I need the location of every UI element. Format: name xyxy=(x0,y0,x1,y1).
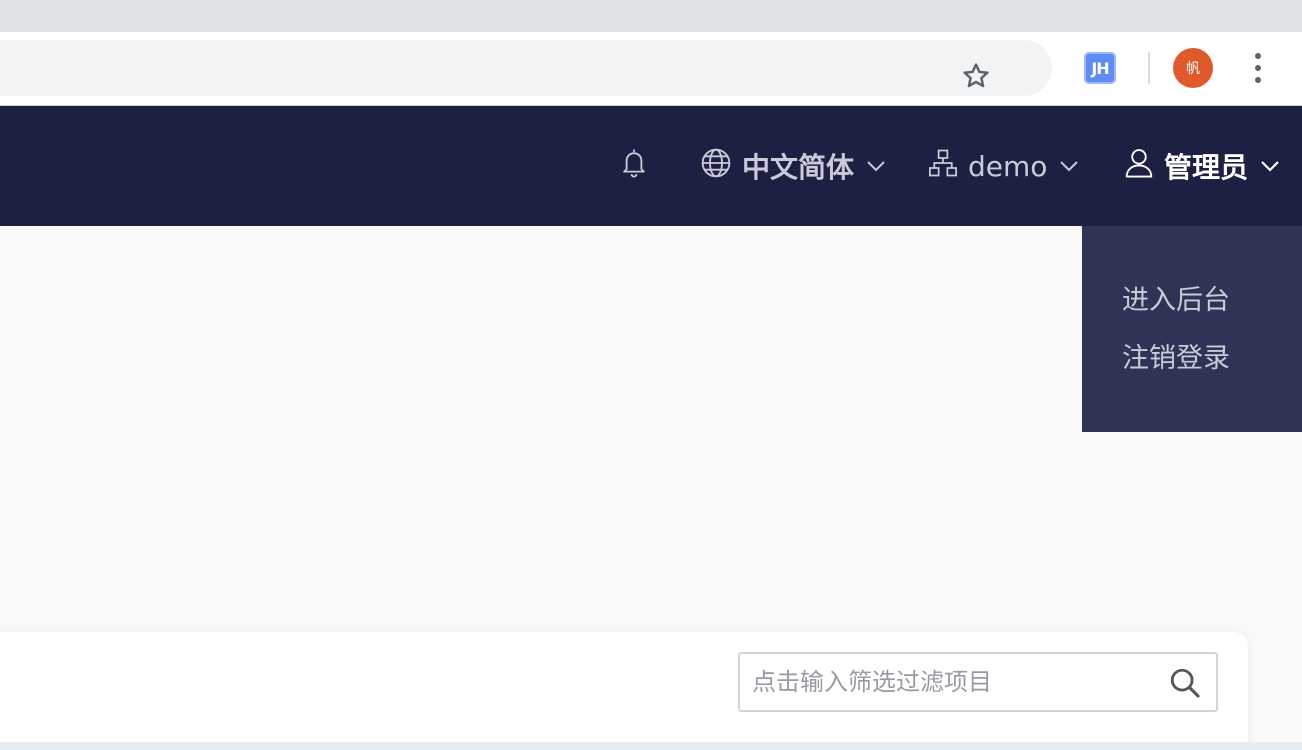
extension-label: JH xyxy=(1091,58,1109,78)
address-bar[interactable] xyxy=(0,40,1052,96)
profile-avatar[interactable]: 帆 xyxy=(1173,48,1213,88)
kebab-menu-icon[interactable] xyxy=(1245,50,1271,86)
user-menu-toggle[interactable]: 管理员 xyxy=(1124,145,1280,187)
sitemap-icon xyxy=(928,148,958,185)
toolbar-divider xyxy=(1148,52,1150,84)
user-dropdown-menu: 进入后台 注销登录 xyxy=(1082,226,1302,432)
menu-item-logout[interactable]: 注销登录 xyxy=(1082,338,1302,396)
user-icon xyxy=(1124,147,1154,186)
notifications-button[interactable] xyxy=(616,145,652,187)
organization-label: demo xyxy=(968,149,1048,183)
star-icon[interactable] xyxy=(956,58,996,94)
bell-icon xyxy=(619,147,649,186)
globe-icon xyxy=(700,147,732,186)
search-icon[interactable] xyxy=(1166,664,1204,702)
profile-initial: 帆 xyxy=(1186,61,1200,77)
extension-jh-button[interactable]: JH xyxy=(1084,52,1116,84)
menu-item-admin-console[interactable]: 进入后台 xyxy=(1082,280,1302,338)
chevron-down-icon xyxy=(1260,160,1280,172)
filter-search-box xyxy=(738,652,1218,712)
organization-selector[interactable]: demo xyxy=(928,145,1079,187)
user-label: 管理员 xyxy=(1164,151,1249,184)
chevron-down-icon xyxy=(866,160,886,172)
language-selector[interactable]: 中文简体 xyxy=(700,145,886,187)
chevron-down-icon xyxy=(1059,160,1079,172)
filter-input[interactable] xyxy=(752,668,1152,696)
browser-tab-strip xyxy=(0,0,1302,32)
page-bottom-strip xyxy=(0,742,1302,750)
language-label: 中文简体 xyxy=(742,151,855,184)
